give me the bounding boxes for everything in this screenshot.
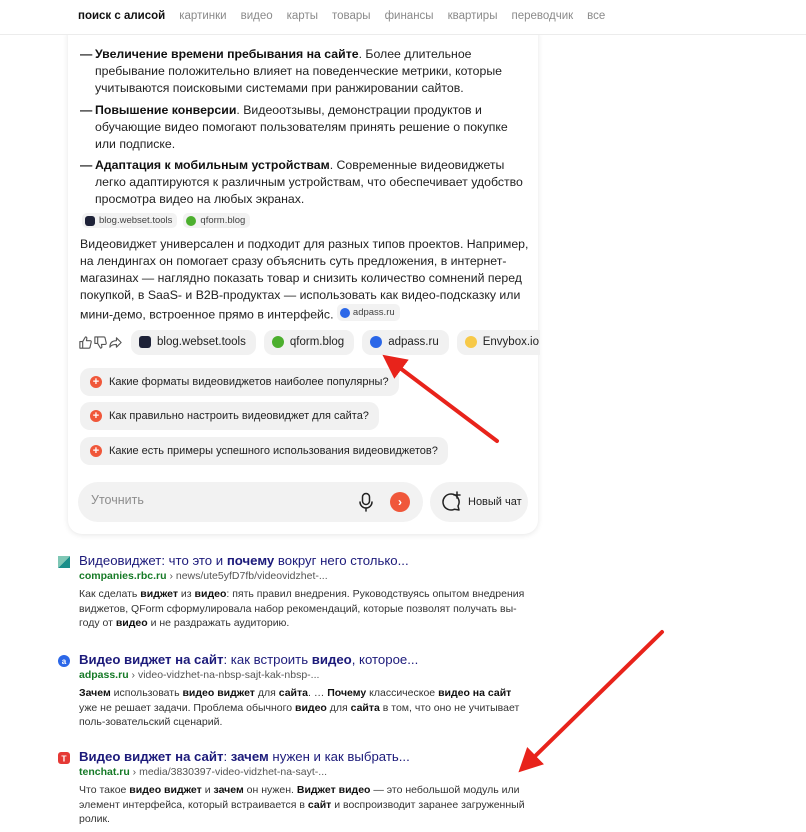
tab-finance[interactable]: финансы xyxy=(385,10,434,22)
bullet-title: Увеличение времени пребывания на сайте xyxy=(95,47,359,61)
source-chip-envybox[interactable]: Envybox.io xyxy=(456,329,540,355)
answer-bullet: — Повышение конверсии. Видеоотзывы, демо… xyxy=(80,103,508,151)
thumbs-down-icon[interactable] xyxy=(93,329,108,355)
rbc-favicon-icon xyxy=(58,556,70,568)
refine-input[interactable] xyxy=(91,493,341,507)
source-chip-adpass[interactable]: adpass.ru xyxy=(362,329,449,355)
plus-icon: + xyxy=(90,376,102,388)
qform-favicon-icon xyxy=(271,336,284,348)
result-title-link[interactable]: Видео виджет на сайт: зачем нужен и как … xyxy=(79,749,410,764)
result-snippet: Что такое видео виджет и зачем он нужен.… xyxy=(79,784,525,825)
answer-bullet: — Увеличение времени пребывания на сайте… xyxy=(80,47,503,95)
tab-translator[interactable]: переводчик xyxy=(511,10,573,22)
svg-text:T: T xyxy=(61,753,67,763)
tab-realty[interactable]: квартиры xyxy=(448,10,498,22)
paragraph-text: Видеовиджет универсален и подходит для р… xyxy=(80,237,529,322)
adpass-favicon-icon: a xyxy=(58,655,70,667)
tab-products[interactable]: товары xyxy=(332,10,371,22)
result-title-link[interactable]: Видео виджет на сайт: как встроить видео… xyxy=(79,652,418,667)
qform-favicon-icon xyxy=(186,215,197,226)
bullet-sources: blog.webset.tools qform.blog xyxy=(82,213,251,228)
webset-favicon-icon xyxy=(85,215,95,226)
source-chip-webset[interactable]: blog.webset.tools xyxy=(82,213,178,228)
result-url[interactable]: companies.rbc.ru › news/ute5yfD7fb/video… xyxy=(79,570,328,582)
suggestion-chip[interactable]: + Какие форматы видеовиджетов наиболее п… xyxy=(80,368,399,396)
tab-images[interactable]: картинки xyxy=(179,10,226,22)
plus-icon: + xyxy=(90,445,102,457)
source-chip-qform[interactable]: qform.blog xyxy=(263,329,355,355)
adpass-favicon-icon xyxy=(339,307,350,318)
thumbs-up-icon[interactable] xyxy=(78,329,93,355)
suggestion-chip[interactable]: + Какие есть примеры успешного использов… xyxy=(80,437,448,465)
arrow-to-tenchat-result xyxy=(518,630,664,773)
result-snippet: Как сделать виджет из видео: пять правил… xyxy=(79,588,525,629)
microphone-icon[interactable] xyxy=(357,492,375,512)
result-url[interactable]: tenchat.ru › media/3830397-video-vidzhet… xyxy=(79,766,327,778)
search-result: T Видео виджет на сайт: зачем нужен и ка… xyxy=(58,749,528,829)
tab-video[interactable]: видео xyxy=(241,10,273,22)
tenchat-favicon-icon: T xyxy=(58,752,70,764)
bullet-title: Адаптация к мобильным устройствам xyxy=(95,158,330,172)
new-chat-button[interactable]: Новый чат xyxy=(430,482,528,522)
bullet-title: Повышение конверсии xyxy=(95,103,237,117)
new-chat-icon xyxy=(442,491,461,511)
answer-actions: blog.webset.tools qform.blog adpass.ru E… xyxy=(78,328,540,356)
answer-bullet: — Адаптация к мобильным устройствам. Сов… xyxy=(80,158,523,206)
result-snippet: Зачем использовать видео виджет для сайт… xyxy=(79,687,520,728)
tab-all[interactable]: все xyxy=(587,10,605,22)
search-tabs: поиск с алисой картинки видео карты това… xyxy=(78,10,619,22)
source-chip-adpass-inline[interactable]: adpass.ru xyxy=(336,304,400,321)
search-result: a Видео виджет на сайт: как встроить вид… xyxy=(58,652,528,732)
suggestion-chip[interactable]: + Как правильно настроить видеовиджет дл… xyxy=(80,402,379,430)
svg-text:a: a xyxy=(62,657,67,666)
top-navigation: поиск с алисой картинки видео карты това… xyxy=(0,0,806,35)
result-title-link[interactable]: Видеовиджет: что это и почему вокруг нег… xyxy=(79,553,409,568)
plus-icon: + xyxy=(90,410,102,422)
search-result: Видеовиджет: что это и почему вокруг нег… xyxy=(58,553,528,633)
adpass-favicon-icon xyxy=(370,336,383,348)
source-chip-webset[interactable]: blog.webset.tools xyxy=(131,329,256,355)
source-chip-qform[interactable]: qform.blog xyxy=(183,213,251,228)
tab-alice-search[interactable]: поиск с алисой xyxy=(78,10,165,22)
answer-paragraph: Видеовиджет универсален и подходит для р… xyxy=(80,236,530,324)
send-icon[interactable]: › xyxy=(390,492,410,512)
tab-maps[interactable]: карты xyxy=(287,10,318,22)
share-icon[interactable] xyxy=(108,329,123,355)
result-url[interactable]: adpass.ru › video-vidzhet-na-nbsp-sajt-k… xyxy=(79,669,319,681)
refine-input-container: › xyxy=(78,482,423,522)
envybox-favicon-icon xyxy=(464,336,477,348)
webset-favicon-icon xyxy=(139,336,151,348)
